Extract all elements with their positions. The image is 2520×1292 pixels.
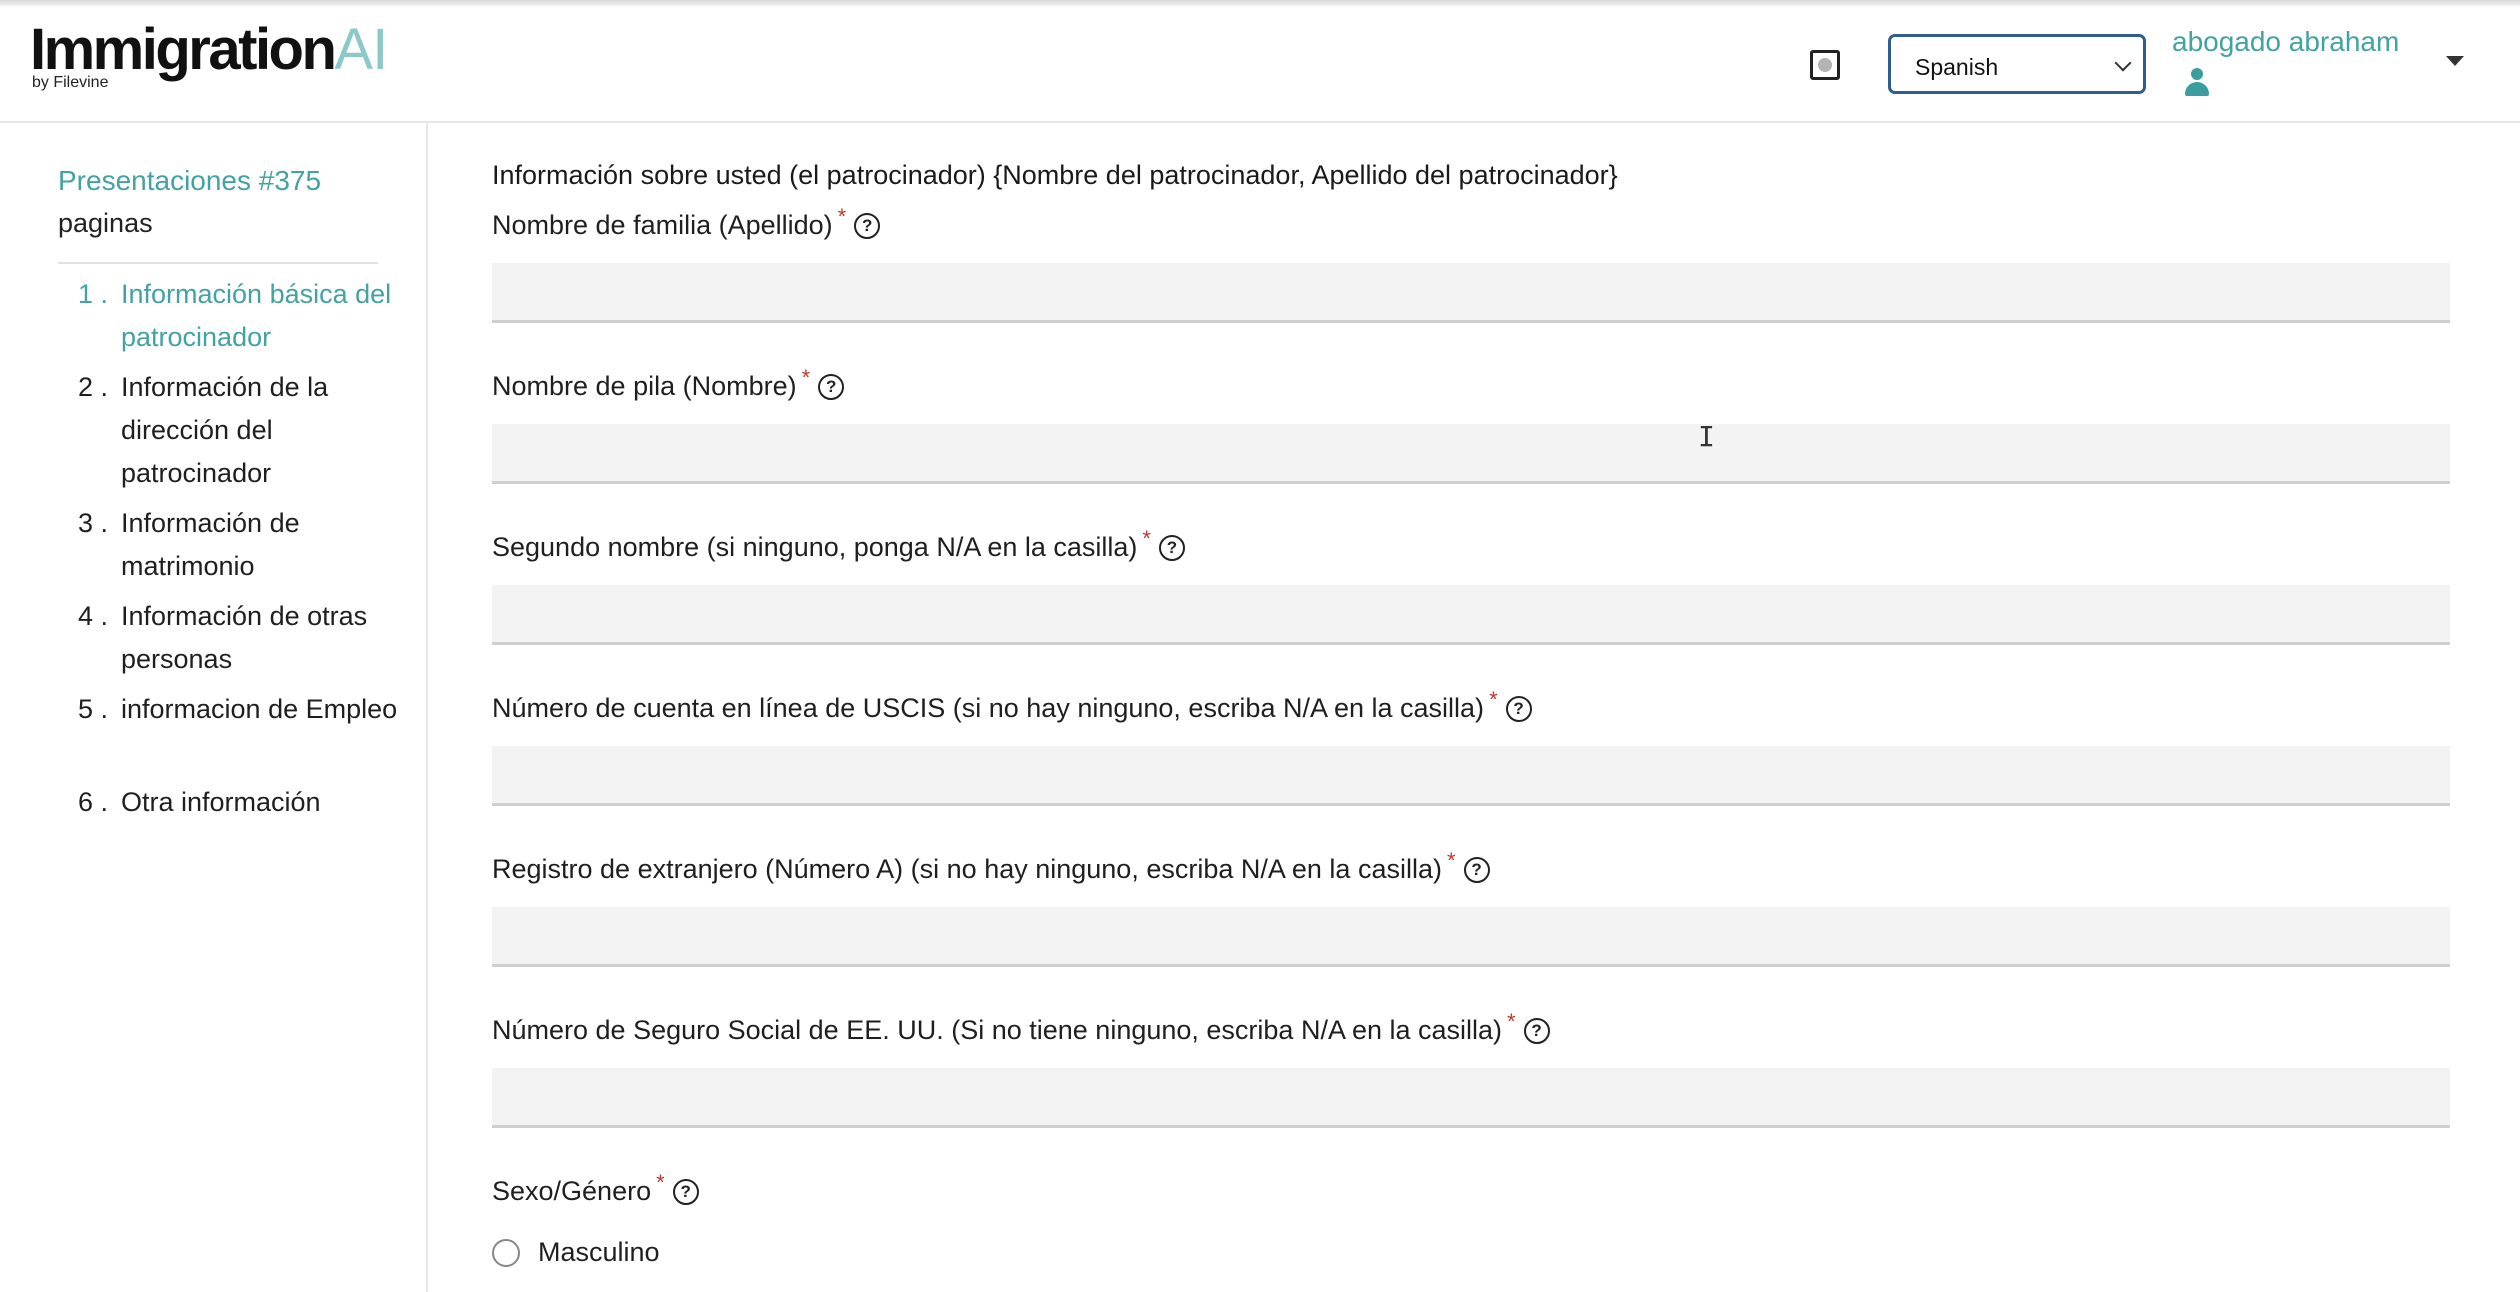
sidebar-item-sponsor-address[interactable]: 2 . Información de la dirección del patr… xyxy=(78,366,408,495)
chevron-down-icon xyxy=(2114,54,2132,72)
language-select[interactable]: Spanish xyxy=(1888,34,2146,94)
field-label-gender: Sexo/Género *? xyxy=(492,1170,699,1207)
ssn-input[interactable] xyxy=(492,1068,2450,1128)
field-label-ssn: Número de Seguro Social de EE. UU. (Si n… xyxy=(492,1009,1550,1046)
help-icon[interactable]: ? xyxy=(818,374,845,400)
text-cursor-icon: I xyxy=(1698,420,1715,453)
language-select-value: Spanish xyxy=(1915,54,1999,80)
user-icon[interactable] xyxy=(2184,68,2210,98)
submission-title[interactable]: Presentaciones #375 xyxy=(58,165,321,197)
sidebar-item-employment[interactable]: 5 . informacion de Empleo xyxy=(78,688,408,731)
field-label-middle-name: Segundo nombre (si ninguno, ponga N/A en… xyxy=(492,526,1185,563)
radio-label: Masculino xyxy=(538,1237,660,1267)
record-toggle-icon[interactable] xyxy=(1810,50,1840,80)
radio-button[interactable] xyxy=(492,1238,520,1267)
help-icon[interactable]: ? xyxy=(1505,696,1532,722)
field-label-alien-number: Registro de extranjero (Número A) (si no… xyxy=(492,848,1490,885)
sidebar-item-other-people[interactable]: 4 . Información de otras personas xyxy=(78,595,408,681)
help-icon[interactable]: ? xyxy=(1463,857,1490,883)
gender-option-masculino[interactable]: Masculino xyxy=(492,1237,660,1268)
sidebar-item-label: informacion de Empleo xyxy=(121,694,398,724)
middle-name-input[interactable] xyxy=(492,585,2450,645)
required-mark: * xyxy=(1489,687,1498,712)
pages-heading: paginas xyxy=(58,208,153,238)
help-icon[interactable]: ? xyxy=(854,213,881,239)
first-name-input[interactable] xyxy=(492,424,2450,484)
required-mark: * xyxy=(1507,1009,1516,1034)
sidebar-item-sponsor-basic-info[interactable]: 1 . Información básica del patrocinador xyxy=(78,273,408,359)
sidebar-item-label: Información de la dirección del patrocin… xyxy=(121,372,329,488)
user-name-link[interactable]: abogado abraham xyxy=(2172,26,2399,58)
user-menu-caret-icon[interactable] xyxy=(2446,56,2464,66)
field-label-uscis-account: Número de cuenta en línea de USCIS (si n… xyxy=(492,687,1532,724)
required-mark: * xyxy=(801,365,811,390)
required-mark: * xyxy=(1446,848,1456,873)
field-label-last-name: Nombre de familia (Apellido) *? xyxy=(492,204,881,241)
required-mark: * xyxy=(1142,526,1151,551)
last-name-input[interactable] xyxy=(492,263,2450,323)
required-mark: * xyxy=(837,204,847,229)
help-icon[interactable]: ? xyxy=(672,1179,699,1205)
logo-main-text: Immigration xyxy=(30,17,337,82)
sidebar-item-marriage[interactable]: 3 . Información de matrimonio xyxy=(78,502,408,588)
sidebar-item-other-info[interactable]: 6 . Otra información xyxy=(78,781,408,824)
sidebar-item-label: Información de otras personas xyxy=(121,601,368,674)
help-icon[interactable]: ? xyxy=(1523,1018,1550,1044)
alien-number-input[interactable] xyxy=(492,907,2450,967)
sidebar-item-label: Información básica del patrocinador xyxy=(121,279,392,352)
field-label-first-name: Nombre de pila (Nombre) *? xyxy=(492,365,845,402)
app-logo[interactable]: ImmigrationAI by Filevine xyxy=(30,17,388,92)
logo-ai-text: AI xyxy=(334,17,388,82)
help-icon[interactable]: ? xyxy=(1158,535,1185,561)
sidebar-item-label: Información de matrimonio xyxy=(121,508,300,581)
sidebar-item-label: Otra información xyxy=(121,787,321,817)
uscis-account-input[interactable] xyxy=(492,746,2450,806)
sidebar-divider xyxy=(58,262,378,264)
sidebar: Presentaciones #375 paginas 1 . Informac… xyxy=(0,123,428,1292)
required-mark: * xyxy=(656,1170,665,1195)
section-title: Información sobre usted (el patrocinador… xyxy=(492,160,1618,190)
top-header: ImmigrationAI by Filevine Spanish abogad… xyxy=(0,0,2520,123)
